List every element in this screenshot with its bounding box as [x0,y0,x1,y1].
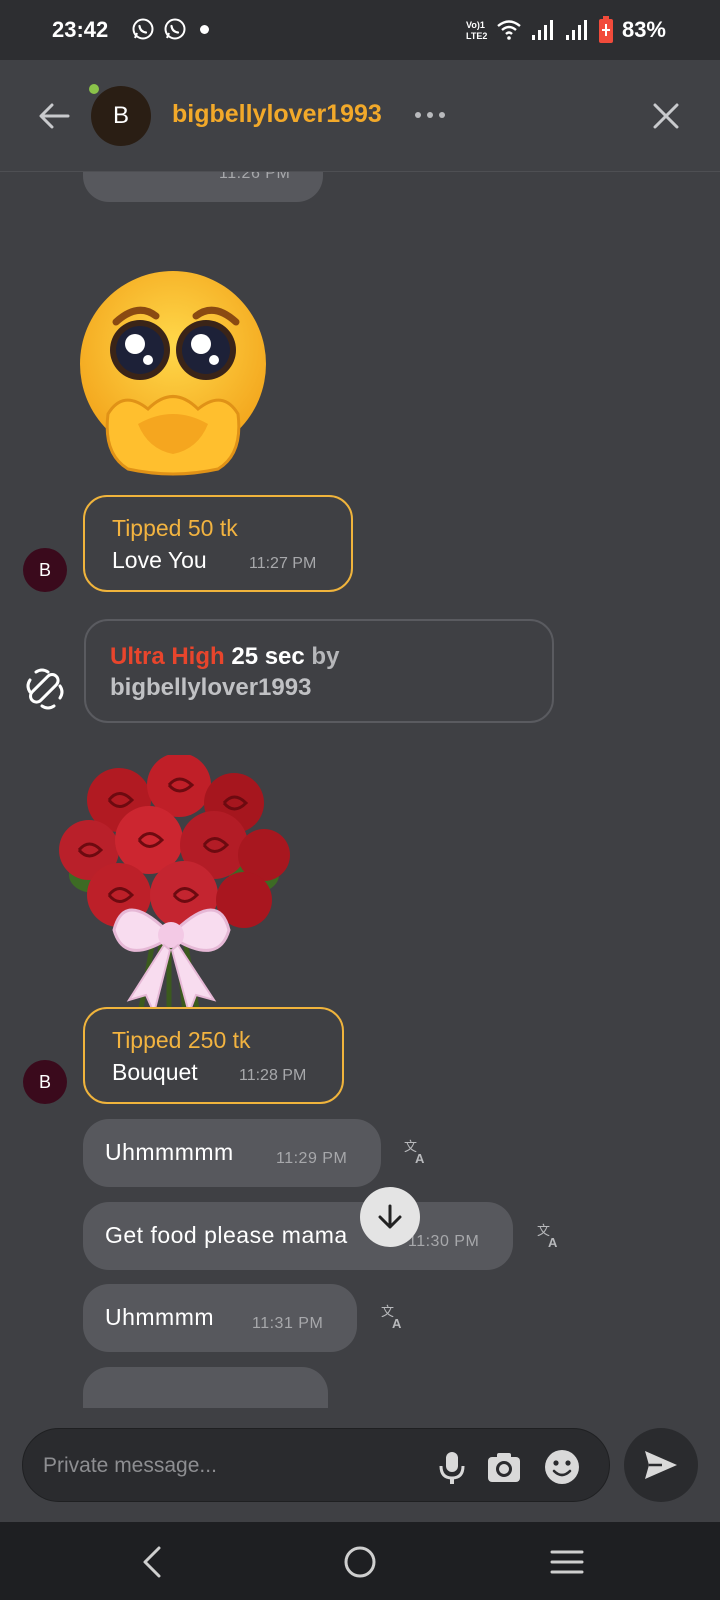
arrow-down-icon [378,1204,402,1229]
tip-message: Tipped 50 tk Love You 11:27 PM [83,495,353,592]
system-navigation-bar [0,1522,720,1600]
message-composer [22,1428,610,1502]
avatar[interactable]: B [23,1060,67,1104]
tip-title: Tipped 250 tk [112,1027,251,1053]
svg-text:LTE2: LTE2 [466,31,487,41]
avatar[interactable]: B [23,548,67,592]
whatsapp-icon [132,18,154,40]
ultra-duration: 25 sec [231,643,305,670]
message-bubble: 11:26 PM [83,172,323,202]
send-button[interactable] [624,1428,698,1502]
nav-back-icon[interactable] [133,1542,173,1582]
signal-icon [566,20,587,40]
svg-text:A: A [392,1316,402,1329]
message-bubble: Uhmmmm 11:31 PM [83,1284,357,1352]
rose-bouquet-sticker [59,755,290,1021]
message-text: Uhmmmm [105,1304,215,1330]
wifi-icon [497,20,521,40]
svg-text:A: A [548,1235,558,1248]
message-time: 11:30 PM [408,1233,480,1250]
translate-icon[interactable]: 文 A [381,1303,407,1329]
message-bubble [83,1367,328,1408]
message-text: Get food please mama [105,1222,348,1248]
volte-icon: Vo)1 LTE2 [466,20,487,41]
tip-message: Tipped 250 tk Bouquet 11:28 PM [83,1007,344,1104]
send-icon [645,1451,677,1479]
ultra-line: Ultra High 25 sec by [110,643,339,671]
tip-title: Tipped 50 tk [112,515,238,541]
emoji-icon[interactable] [543,1448,581,1486]
scroll-down-button[interactable] [360,1187,420,1247]
ultra-user: bigbellylover1993 [110,674,312,701]
notification-dot [200,25,209,34]
chat-messages[interactable]: 11:26 PM Tipped 50 tk Love You 11:27 PM … [0,172,720,1408]
message-bubble: Get food please mama 11:30 PM [83,1202,513,1270]
ultra-high-vibration-message: Ultra High 25 sec by bigbellylover1993 [84,619,554,723]
mic-icon[interactable] [433,1448,471,1486]
message-time: 11:27 PM [249,555,317,572]
tip-text: Bouquet [112,1059,198,1085]
status-bar: 23:42 Vo)1 LTE2 83% [0,0,720,60]
translate-icon[interactable]: 文 A [537,1222,563,1248]
nav-home-icon[interactable] [340,1542,380,1582]
svg-text:Vo)1: Vo)1 [466,20,485,30]
message-bubble: Uhmmmmm 11:29 PM [83,1119,381,1187]
private-message-input[interactable] [43,1449,423,1483]
online-indicator [89,84,99,94]
signal-icon [532,20,553,40]
ultra-by: by [311,643,340,670]
message-time: 11:28 PM [239,1067,307,1084]
message-text: Uhmmmmm [105,1139,234,1165]
status-time: 23:42 [52,17,109,42]
svg-text:A: A [415,1151,425,1164]
message-time: 11:26 PM [219,172,291,182]
camera-icon[interactable] [485,1448,523,1486]
ultra-level: Ultra High [110,643,225,670]
more-icon[interactable] [413,108,449,122]
battery-percent: 83% [621,17,666,42]
chat-header: B bigbellylover1993 [0,60,720,172]
message-time: 11:31 PM [252,1315,324,1332]
tip-text: Love You [112,547,207,573]
close-icon[interactable] [650,100,682,132]
chat-username[interactable]: bigbellylover1993 [172,100,382,129]
battery-icon [599,16,613,43]
nav-menu-icon[interactable] [547,1542,587,1582]
pleading-heart-emoji-sticker [80,271,266,476]
message-time: 11:29 PM [276,1150,348,1167]
translate-icon[interactable]: 文 A [404,1138,430,1164]
back-arrow-icon[interactable] [34,96,74,136]
whatsapp-icon [164,18,186,40]
vibration-icon [26,668,64,710]
avatar[interactable]: B [91,86,151,146]
